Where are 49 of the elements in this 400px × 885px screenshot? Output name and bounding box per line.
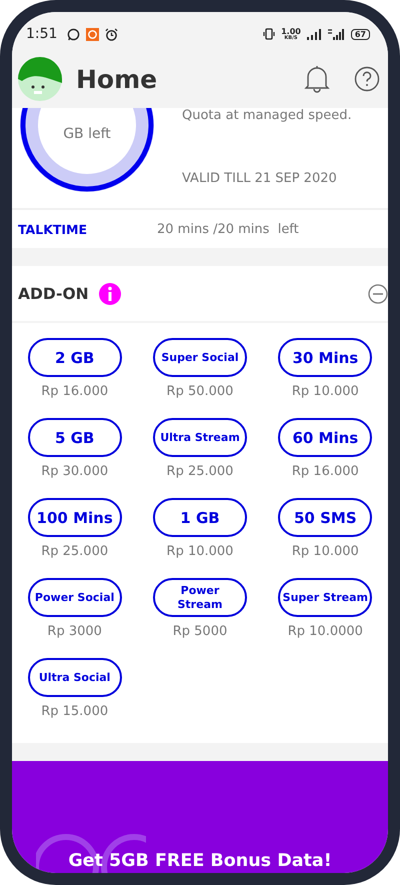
talktime-value: 20 mins /20 mins left [157, 222, 299, 236]
signal-icon [306, 28, 321, 40]
addon-package-button[interactable]: Power Stream [152, 578, 247, 617]
banner-title: Get 5GB FREE Bonus Data! [68, 851, 332, 871]
addon-package-button[interactable]: 50 SMS [278, 498, 372, 537]
addon-price: Rp 10.000 [292, 384, 359, 399]
info-icon[interactable] [98, 282, 121, 304]
addon-price: Rp 5000 [172, 624, 228, 639]
battery-level: 67 [350, 28, 370, 40]
network-speed: 1.00 [281, 28, 301, 36]
addon-price: Rp 50.000 [166, 384, 234, 399]
mobile-data-signal-icon [326, 28, 345, 40]
addon-package-button[interactable]: 60 Mins [278, 418, 372, 457]
addon-price: Rp 25.000 [166, 464, 234, 479]
validity-date: VALID TILL 21 SEP 2020 [182, 171, 338, 186]
page-title: Home [76, 64, 158, 94]
help-icon[interactable] [354, 66, 380, 92]
donut-label: GB left [62, 126, 112, 142]
addon-package-button[interactable]: 5 GB [28, 418, 122, 457]
addon-price: Rp 15.000 [41, 704, 108, 719]
addon-package-button[interactable]: Power Social [28, 578, 122, 617]
addon-package-button[interactable]: 2 GB [28, 338, 122, 377]
chat-app-icon [67, 28, 80, 40]
addon-price: Rp 16.000 [292, 464, 359, 479]
addon-title: ADD-ON [18, 284, 89, 302]
addon-package-button[interactable]: 1 GB [152, 498, 247, 537]
app-icon [86, 28, 100, 40]
avatar-drawing [18, 57, 62, 101]
promo-banner[interactable]: Get 5GB FREE Bonus Data! [12, 761, 388, 873]
addon-package-button[interactable]: Ultra Social [28, 658, 122, 697]
talktime-label: TALKTIME [18, 222, 88, 236]
vibrate-icon [263, 28, 276, 40]
addon-price: Rp 10.000 [166, 544, 234, 559]
addon-price: Rp 30.000 [41, 464, 108, 479]
quota-note: Quota at managed speed. [182, 108, 352, 123]
alarm-icon [105, 28, 118, 40]
addon-package-button[interactable]: 100 Mins [28, 498, 122, 537]
addon-package-button[interactable]: 30 Mins [278, 338, 372, 377]
addon-price: Rp 16.000 [41, 384, 108, 399]
addon-price: Rp 10.000 [292, 544, 359, 559]
addon-package-button[interactable]: Super Stream [278, 578, 372, 617]
addon-package-button[interactable]: Ultra Stream [152, 418, 247, 457]
addon-package-button[interactable]: Super Social [152, 338, 247, 377]
status-time: 1:51 [26, 26, 58, 42]
collapse-icon[interactable] [368, 284, 388, 304]
addon-price: Rp 3000 [47, 624, 102, 639]
addon-price: Rp 10.0000 [288, 624, 363, 639]
addon-price: Rp 25.000 [41, 544, 108, 559]
notification-bell-icon[interactable] [304, 65, 330, 93]
